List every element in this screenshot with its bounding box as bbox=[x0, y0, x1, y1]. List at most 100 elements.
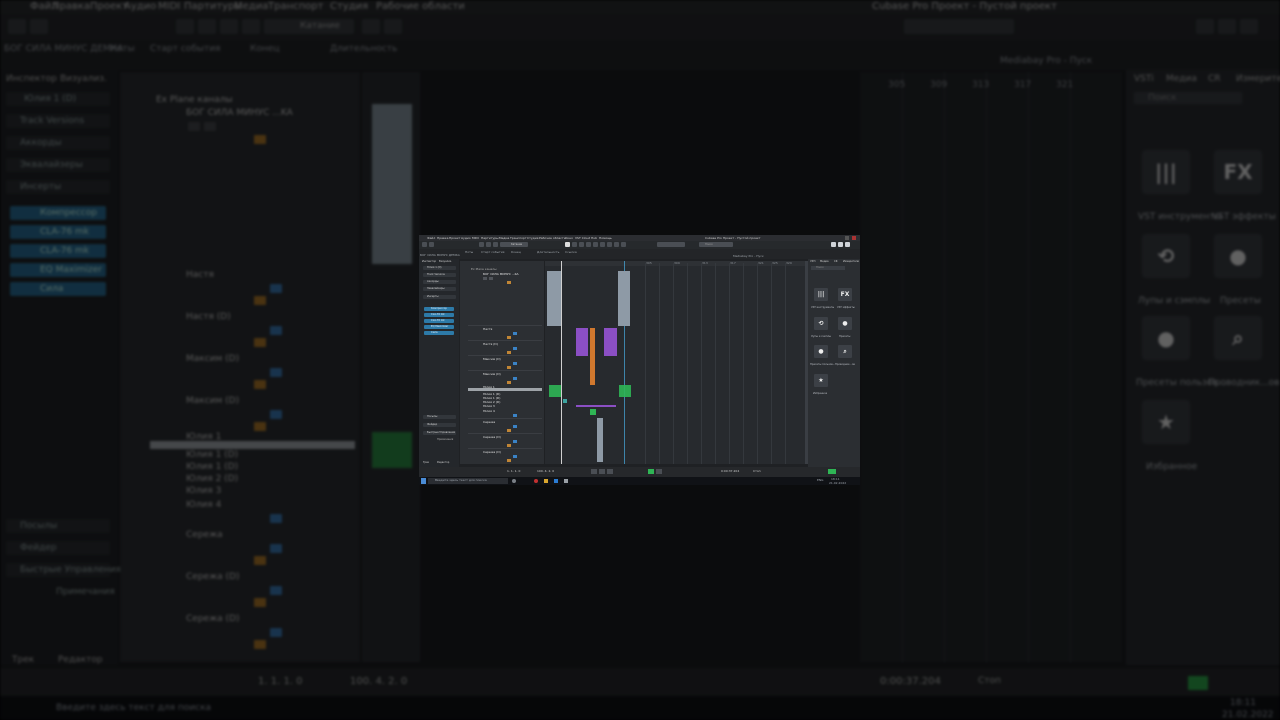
read-automation-button[interactable] bbox=[507, 366, 511, 369]
cubase-icon[interactable] bbox=[564, 479, 568, 483]
track-name[interactable]: Сережа bbox=[483, 420, 495, 424]
read-automation-button[interactable] bbox=[507, 381, 511, 384]
grid-line bbox=[771, 263, 772, 464]
read-automation-button[interactable] bbox=[507, 351, 511, 354]
insert-slot-5[interactable] bbox=[424, 331, 454, 335]
tab-editor[interactable]: Редактор bbox=[437, 461, 449, 464]
time-display[interactable]: 0:00:37.204 bbox=[721, 469, 739, 473]
read-automation-button[interactable] bbox=[507, 459, 511, 462]
tab-inspector[interactable]: Инспектор bbox=[422, 260, 436, 263]
midi-part[interactable] bbox=[549, 385, 561, 397]
layout-left-button[interactable] bbox=[831, 242, 836, 247]
toolbar-button[interactable] bbox=[479, 242, 484, 247]
zoom-tool-button[interactable] bbox=[600, 242, 605, 247]
browser-icon[interactable] bbox=[554, 479, 558, 483]
track-name[interactable]: Максим (D) bbox=[483, 372, 501, 376]
midi-part[interactable] bbox=[590, 409, 596, 415]
rz-tab-vsti[interactable]: VSTi bbox=[810, 260, 815, 263]
fx-icon[interactable]: FX bbox=[838, 288, 852, 301]
track-name[interactable]: Юлия 3 bbox=[483, 404, 495, 408]
position-display[interactable]: 1. 1. 1. 0 bbox=[507, 469, 520, 473]
monitor-button[interactable] bbox=[513, 377, 517, 380]
monitor-button[interactable] bbox=[513, 455, 517, 458]
midi-part[interactable] bbox=[576, 405, 616, 407]
track-name[interactable]: Максим (D) bbox=[483, 357, 501, 361]
selected-track-row[interactable] bbox=[468, 388, 542, 391]
layout-right-button[interactable] bbox=[845, 242, 850, 247]
pointer-tool-button[interactable] bbox=[565, 242, 570, 247]
monitor-button[interactable] bbox=[513, 414, 517, 417]
draw-tool-button[interactable] bbox=[614, 242, 619, 247]
browse-icon[interactable]: ⌕ bbox=[838, 345, 852, 358]
task-view-icon[interactable] bbox=[512, 479, 516, 483]
rz-tab-media[interactable]: Медиа bbox=[820, 260, 829, 263]
bg-grid-line bbox=[986, 72, 987, 662]
glue-tool-button[interactable] bbox=[586, 242, 591, 247]
monitor-button[interactable] bbox=[513, 347, 517, 350]
tile-label: Пресеты пользов... bbox=[810, 363, 836, 366]
split-tool-button[interactable] bbox=[579, 242, 584, 247]
close-icon[interactable] bbox=[852, 236, 856, 240]
piano-keys-icon[interactable]: ||| bbox=[814, 288, 828, 301]
minimize-icon[interactable] bbox=[845, 236, 849, 240]
audio-event[interactable] bbox=[618, 271, 630, 326]
audio-event-purple[interactable] bbox=[576, 328, 588, 356]
layout-lower-button[interactable] bbox=[838, 242, 843, 247]
toolbar-button[interactable] bbox=[493, 242, 498, 247]
erase-tool-button[interactable] bbox=[593, 242, 598, 247]
toolbar-button[interactable] bbox=[422, 242, 427, 247]
monitor-button[interactable] bbox=[513, 332, 517, 335]
play-button[interactable] bbox=[648, 469, 654, 474]
snap-dropdown[interactable] bbox=[657, 242, 685, 247]
windows-start-icon[interactable] bbox=[421, 478, 426, 484]
audio-event[interactable] bbox=[597, 418, 603, 462]
locator-display[interactable]: 100. 4. 2. 0 bbox=[537, 469, 554, 473]
presets-icon[interactable]: ● bbox=[838, 317, 852, 330]
rz-tab-cr[interactable]: CR bbox=[834, 260, 837, 263]
record-button[interactable] bbox=[656, 469, 662, 474]
loop-icon[interactable]: ⟲ bbox=[814, 317, 828, 330]
forward-button[interactable] bbox=[599, 469, 605, 474]
toolbar-button[interactable] bbox=[429, 242, 434, 247]
audio-event[interactable] bbox=[547, 271, 561, 326]
track-name[interactable]: Настя (D) bbox=[483, 342, 498, 346]
track-name[interactable]: Юлия 1 bbox=[483, 385, 495, 389]
read-automation-button[interactable] bbox=[507, 429, 511, 432]
track-name[interactable]: Сережа (D) bbox=[483, 450, 501, 454]
track-name[interactable]: Настя bbox=[483, 327, 492, 331]
rewind-button[interactable] bbox=[591, 469, 597, 474]
app-icon[interactable] bbox=[534, 479, 538, 483]
keyboard-language[interactable]: ENG bbox=[817, 478, 823, 482]
transport-mode[interactable]: Стоп bbox=[753, 469, 761, 473]
play-tool-button[interactable] bbox=[621, 242, 626, 247]
midi-part[interactable] bbox=[619, 385, 631, 397]
track-name[interactable]: Юлия 4 bbox=[483, 409, 495, 413]
toolbar-button[interactable] bbox=[486, 242, 491, 247]
read-automation-button[interactable] bbox=[507, 444, 511, 447]
project-cursor[interactable] bbox=[561, 261, 562, 464]
user-presets-icon[interactable]: ● bbox=[814, 345, 828, 358]
track-name[interactable]: БОГ СИЛА МИНУС ...KA bbox=[483, 272, 519, 276]
mute-button[interactable] bbox=[483, 277, 487, 280]
star-icon[interactable]: ★ bbox=[814, 374, 828, 387]
rz-tab-meters[interactable]: Измерители bbox=[843, 260, 859, 263]
audio-event-purple[interactable] bbox=[604, 328, 617, 356]
track-name[interactable]: Сережа (D) bbox=[483, 435, 501, 439]
monitor-button[interactable] bbox=[513, 362, 517, 365]
solo-button[interactable] bbox=[489, 277, 493, 280]
read-automation-button[interactable] bbox=[507, 281, 511, 284]
monitor-button[interactable] bbox=[513, 440, 517, 443]
monitor-button[interactable] bbox=[513, 425, 517, 428]
range-tool-button[interactable] bbox=[572, 242, 577, 247]
midi-part[interactable] bbox=[563, 399, 567, 403]
clock-date[interactable]: 21.02.2022 bbox=[829, 481, 846, 485]
inspector-section-notes[interactable]: Примечания bbox=[437, 438, 453, 441]
tab-visibility[interactable]: Визуализ. bbox=[439, 260, 452, 263]
read-automation-button[interactable] bbox=[507, 336, 511, 339]
tab-track[interactable]: Трек bbox=[423, 461, 429, 464]
audio-event-orange[interactable] bbox=[590, 328, 595, 385]
folder-icon[interactable] bbox=[544, 479, 548, 483]
stop-button[interactable] bbox=[607, 469, 613, 474]
project-window-event-display[interactable] bbox=[545, 261, 806, 464]
mute-tool-button[interactable] bbox=[607, 242, 612, 247]
